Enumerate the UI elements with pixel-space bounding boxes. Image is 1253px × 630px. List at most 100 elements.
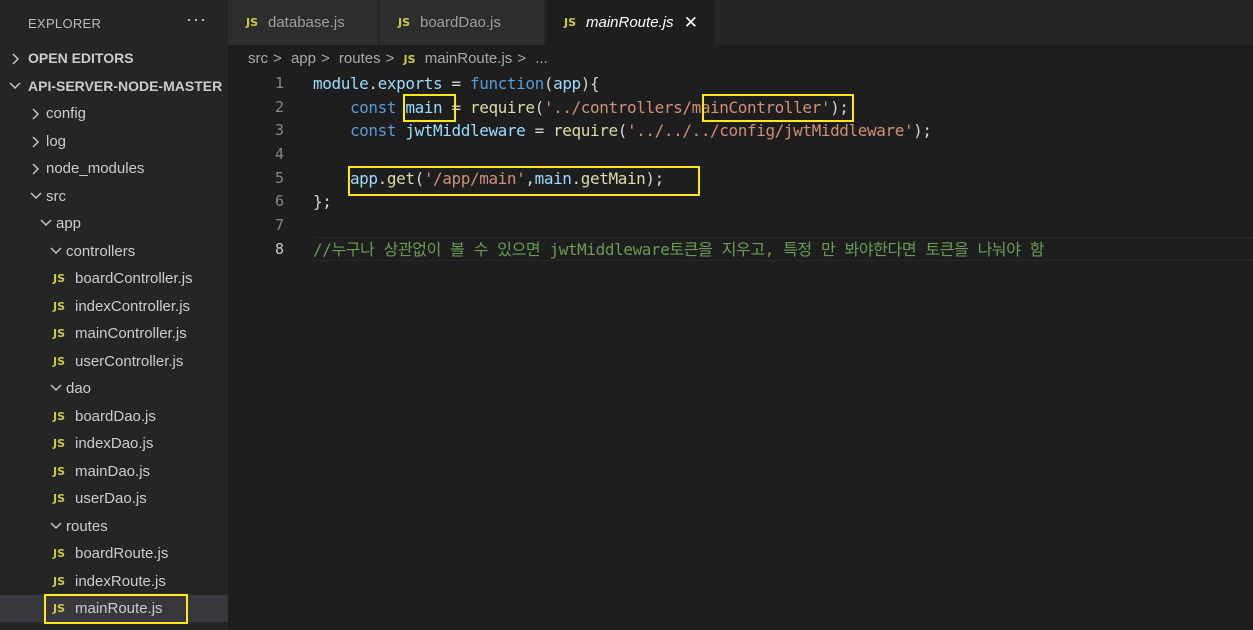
line-number: 7 [274, 216, 284, 234]
tab-boarddao-js[interactable]: JS boardDao.js [380, 0, 544, 45]
code-line-8[interactable]: //누구나 상관없이 볼 수 있으면 jwtMiddleware토큰을 지우고,… [313, 238, 1044, 261]
js-file-icon: JS [398, 16, 411, 29]
line-number: 3 [274, 121, 284, 139]
tree-file[interactable]: JS userController.js [0, 348, 228, 375]
line-number-current: 8 [274, 240, 284, 258]
open-editors-label: OPEN EDITORS [28, 50, 134, 66]
token: require [553, 121, 618, 140]
breadcrumb-separator: > [273, 50, 282, 67]
chevron-down-icon [30, 183, 42, 210]
breadcrumb-item-symbols[interactable]: ... [535, 50, 548, 67]
chevron-down-icon [50, 513, 62, 540]
breadcrumb-item-file[interactable]: mainRoute.js [425, 50, 513, 67]
chevron-down-icon [40, 210, 52, 237]
tree-file-label: boardDao.js [75, 407, 156, 425]
tree-folder-label: log [46, 132, 67, 150]
tree-file-label: indexController.js [75, 297, 191, 315]
token: ( [543, 74, 554, 93]
tab-database-js[interactable]: JS database.js [228, 0, 378, 45]
code-editor[interactable]: 1 2 3 4 5 6 7 8 module.exports = functio… [228, 70, 1253, 630]
breadcrumb-separator: > [517, 50, 527, 67]
token: const [349, 98, 397, 117]
line-number: 1 [274, 74, 284, 92]
tree-folder-config[interactable]: config [0, 100, 228, 127]
tree-file[interactable]: JS mainController.js [0, 320, 228, 347]
tree-folder-label: controllers [66, 242, 136, 260]
js-file-icon: JS [53, 464, 66, 478]
breadcrumb-separator: > [385, 50, 395, 67]
tab-bar: JS database.js JS boardDao.js JS mainRou… [228, 0, 1253, 45]
tree-file-label: indexDao.js [75, 435, 154, 452]
tree-file[interactable]: JS userDao.js [0, 485, 228, 512]
tree-file[interactable]: JS indexController.js [0, 293, 228, 320]
highlight-box-get-route [348, 166, 700, 196]
js-file-icon: JS [53, 492, 66, 505]
tree-folder-src[interactable]: src [0, 183, 228, 210]
token: ( [617, 121, 628, 140]
token: . [368, 74, 378, 93]
tree-file[interactable]: JS boardDao.js [0, 403, 228, 430]
token: exports [377, 74, 443, 93]
comment-text: //누구나 상관없이 볼 수 있으면 jwtMiddleware토큰을 지우고,… [313, 240, 1045, 259]
tree-file-label: indexRoute.js [75, 572, 166, 590]
breadcrumb-item-src[interactable]: src [248, 50, 268, 67]
js-file-icon: JS [53, 409, 66, 423]
token: app [553, 74, 581, 93]
breadcrumb-separator: > [320, 50, 330, 67]
token: = [442, 74, 470, 93]
chevron-right-icon [30, 128, 42, 155]
tree-file[interactable]: JS mainDao.js [0, 458, 228, 485]
tree-file-label: userController.js [75, 352, 184, 370]
tree-folder-label: app [56, 215, 82, 232]
tree-file[interactable]: JS boardController.js [0, 265, 228, 292]
highlight-box-maincontroller-file [44, 594, 188, 624]
code-line-3[interactable]: const jwtMiddleware = require('../../../… [313, 119, 932, 142]
chevron-right-icon [10, 45, 22, 72]
chevron-down-icon [50, 375, 62, 402]
tab-label: mainRoute.js [586, 14, 674, 31]
js-file-icon: JS [53, 272, 66, 285]
tree-file[interactable]: JS indexRoute.js [0, 568, 228, 595]
js-file-icon: JS [53, 299, 66, 313]
tree-file[interactable]: JS indexDao.js [0, 430, 228, 457]
js-file-icon: JS [403, 53, 416, 66]
tree-folder-routes[interactable]: routes [0, 513, 228, 540]
close-icon[interactable]: ✕ [684, 0, 698, 45]
more-actions-icon[interactable]: ··· [186, 9, 207, 30]
line-number: 4 [274, 145, 284, 163]
chevron-down-icon [50, 238, 62, 265]
token: require [469, 98, 535, 117]
explorer-title: EXPLORER [28, 16, 102, 31]
tree-file-label: mainDao.js [75, 462, 151, 480]
js-file-icon: JS [53, 354, 66, 368]
tree-folder-label: dao [66, 380, 92, 397]
breadcrumb-item-app[interactable]: app [291, 50, 316, 67]
token: const [349, 121, 397, 140]
tree-file-label: boardController.js [75, 270, 193, 287]
breadcrumb: src > app > routes > JS mainRoute.js > ... [248, 48, 553, 70]
token: }; [313, 192, 332, 211]
tree-file-label: boardRoute.js [75, 545, 169, 562]
token: module [313, 74, 369, 93]
token: ( [534, 98, 545, 117]
project-root-section[interactable]: API-SERVER-NODE-MASTER [0, 73, 228, 100]
highlight-box-maincontroller-path [702, 94, 854, 122]
token: '../../../config/jwtMiddleware' [626, 121, 914, 140]
tab-mainroute-js[interactable]: JS mainRoute.js ✕ [546, 0, 714, 45]
tree-file[interactable]: JS boardRoute.js [0, 540, 228, 567]
tree-folder-controllers[interactable]: controllers [0, 238, 228, 265]
js-file-icon: JS [53, 437, 66, 450]
open-editors-section[interactable]: OPEN EDITORS [0, 45, 228, 72]
code-line-1[interactable]: module.exports = function(app){ [313, 72, 600, 95]
breadcrumb-item-routes[interactable]: routes [339, 50, 381, 67]
highlight-box-main-variable [403, 94, 456, 122]
tree-folder-node_modules[interactable]: node_modules [0, 155, 228, 182]
tab-label: boardDao.js [420, 14, 501, 31]
code-line-6[interactable]: }; [313, 190, 332, 213]
tree-folder-label: config [46, 105, 87, 122]
chevron-right-icon [30, 155, 42, 182]
tree-folder-dao[interactable]: dao [0, 375, 228, 402]
tree-folder-log[interactable]: log [0, 128, 228, 155]
line-number: 5 [274, 169, 284, 187]
tree-folder-app[interactable]: app [0, 210, 228, 237]
